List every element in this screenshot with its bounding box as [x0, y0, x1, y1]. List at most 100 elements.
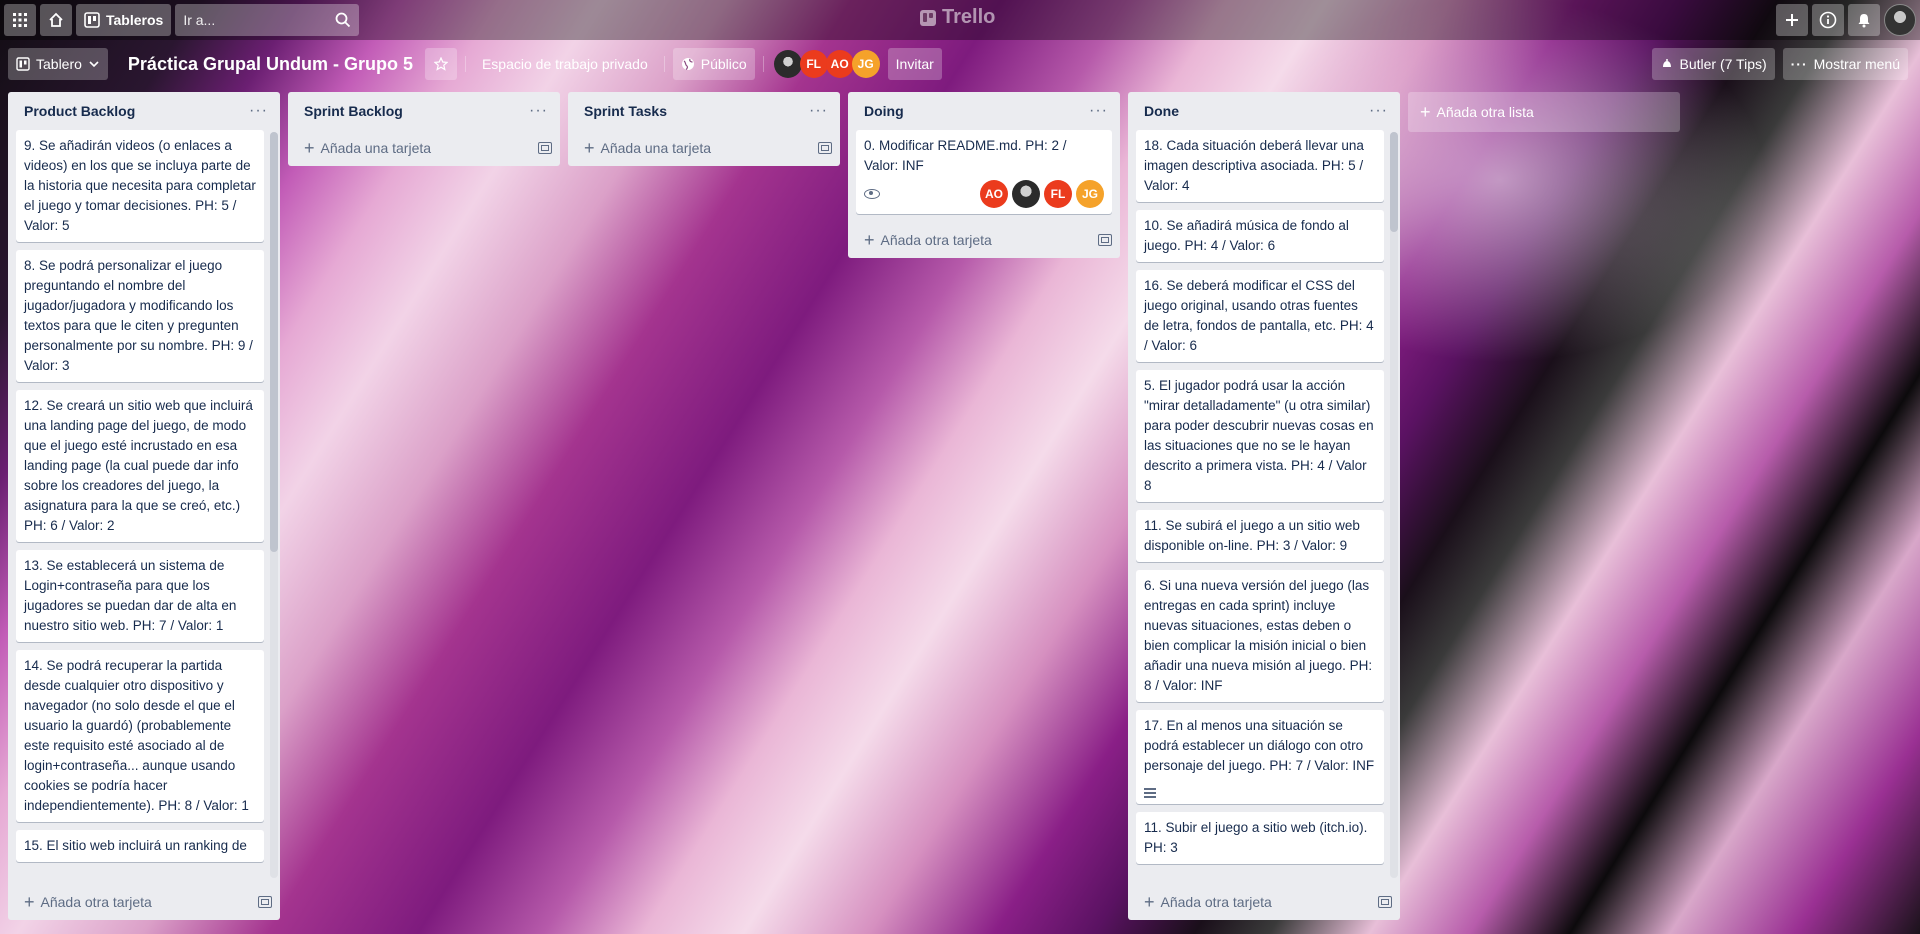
list-menu-icon[interactable]: ··· — [1089, 102, 1112, 120]
butler-button[interactable]: Butler (7 Tips) — [1651, 48, 1775, 80]
show-menu-button[interactable]: ··· Mostrar menú — [1782, 48, 1908, 80]
chevron-down-icon — [89, 61, 99, 68]
list-menu-icon[interactable]: ··· — [809, 102, 832, 120]
list-menu-icon[interactable]: ··· — [1369, 102, 1392, 120]
description-icon — [1144, 788, 1156, 798]
list-title[interactable]: Sprint Tasks — [584, 103, 667, 119]
info-icon — [1819, 11, 1837, 29]
info-button[interactable] — [1812, 4, 1844, 36]
card-template-icon[interactable] — [818, 142, 832, 154]
card[interactable]: 16. Se deberá modificar el CSS del juego… — [1136, 270, 1384, 362]
invite-button[interactable]: Invitar — [887, 48, 942, 80]
card-member-avatar[interactable]: FL — [1044, 180, 1072, 208]
star-board-button[interactable] — [424, 48, 457, 80]
card-text: 10. Se añadirá música de fondo al juego.… — [1144, 218, 1349, 253]
card[interactable]: 11. Subir el juego a sitio web (itch.io)… — [1136, 812, 1384, 864]
card-member-avatar[interactable]: JG — [1076, 180, 1104, 208]
add-card-button[interactable]: + Añada otra tarjeta — [1128, 884, 1400, 920]
scrollbar-thumb[interactable] — [1390, 132, 1398, 232]
list-scrollbar[interactable] — [1390, 132, 1398, 878]
card-members: AO FL JG — [980, 180, 1104, 208]
add-card-button[interactable]: + Añada una tarjeta — [288, 130, 560, 166]
divider — [762, 56, 764, 72]
member-avatar[interactable] — [773, 50, 802, 78]
card-text: 9. Se añadirán videos (o enlaces a video… — [24, 138, 256, 233]
board-title[interactable]: Práctica Grupal Undum - Grupo 5 — [116, 54, 421, 75]
card-template-icon[interactable] — [1378, 896, 1392, 908]
board-view-switcher[interactable]: Tablero — [8, 48, 108, 80]
board-members: FL AO JG — [772, 50, 880, 78]
card[interactable]: 5. El jugador podrá usar la acción "mira… — [1136, 370, 1384, 502]
card-container: 18. Cada situación deberá llevar una ima… — [1128, 130, 1400, 884]
list-header[interactable]: Doing ··· — [848, 92, 1120, 130]
list-scrollbar[interactable] — [270, 132, 278, 878]
add-list-button[interactable]: + Añada otra lista — [1408, 92, 1680, 132]
home-button[interactable] — [40, 4, 72, 36]
card-template-icon[interactable] — [538, 142, 552, 154]
card-template-icon[interactable] — [1098, 234, 1112, 246]
list-header[interactable]: Product Backlog ··· — [8, 92, 280, 130]
bell-icon — [1858, 14, 1870, 28]
card[interactable]: 14. Se podrá recuperar la partida desde … — [16, 650, 264, 822]
card[interactable]: 17. En al menos una situación se podrá e… — [1136, 710, 1384, 804]
card-template-icon[interactable] — [258, 896, 272, 908]
member-avatar[interactable]: JG — [851, 50, 880, 78]
add-card-label: Añada una tarjeta — [320, 140, 432, 156]
card[interactable]: 11. Se subirá el juego a un sitio web di… — [1136, 510, 1384, 562]
list-doing: Doing ··· 0. Modificar README.md. PH: 2 … — [848, 92, 1120, 258]
notifications-button[interactable] — [1848, 4, 1880, 36]
add-card-button[interactable]: + Añada otra tarjeta — [8, 884, 280, 920]
card-member-avatar[interactable]: AO — [980, 180, 1008, 208]
visibility-button[interactable]: Público — [672, 48, 755, 80]
card[interactable]: 10. Se añadirá música de fondo al juego.… — [1136, 210, 1384, 262]
list-header[interactable]: Sprint Tasks ··· — [568, 92, 840, 130]
list-title[interactable]: Doing — [864, 103, 904, 119]
card[interactable]: 13. Se establecerá un sistema de Login+c… — [16, 550, 264, 642]
plus-icon: + — [584, 137, 595, 158]
card-container: 0. Modificar README.md. PH: 2 / Valor: I… — [848, 130, 1120, 222]
trello-logo[interactable]: Trello — [920, 6, 995, 29]
card[interactable]: 12. Se creará un sitio web que incluirá … — [16, 390, 264, 542]
card[interactable]: 18. Cada situación deberá llevar una ima… — [1136, 130, 1384, 202]
list-title[interactable]: Sprint Backlog — [304, 103, 403, 119]
list-title[interactable]: Done — [1144, 103, 1179, 119]
plus-icon: + — [864, 229, 875, 250]
card-text: 14. Se podrá recuperar la partida desde … — [24, 658, 249, 813]
list-menu-icon[interactable]: ··· — [249, 102, 272, 120]
add-card-button[interactable]: + Añada otra tarjeta — [848, 222, 1120, 258]
list-header[interactable]: Done ··· — [1128, 92, 1400, 130]
member-avatar[interactable]: FL — [799, 50, 828, 78]
add-card-label: Añada otra tarjeta — [40, 894, 152, 910]
card[interactable]: 8. Se podrá personalizar el juego pregun… — [16, 250, 264, 382]
add-card-button[interactable]: + Añada una tarjeta — [568, 130, 840, 166]
divider — [464, 56, 466, 72]
member-avatar[interactable]: AO — [825, 50, 854, 78]
list-menu-icon[interactable]: ··· — [529, 102, 552, 120]
card-member-avatar[interactable] — [1012, 180, 1040, 208]
list-header[interactable]: Sprint Backlog ··· — [288, 92, 560, 130]
card[interactable]: 9. Se añadirán videos (o enlaces a video… — [16, 130, 264, 242]
home-icon — [49, 12, 63, 27]
visibility-label: Público — [700, 56, 747, 72]
card-badges: AO FL JG — [864, 180, 1104, 208]
card-text: 6. Si una nueva versión del juego (las e… — [1144, 578, 1373, 693]
invite-label: Invitar — [895, 56, 934, 72]
card-text: 0. Modificar README.md. PH: 2 / Valor: I… — [864, 138, 1067, 173]
trello-logo-text: Trello — [942, 6, 996, 28]
top-header: Tableros Ir a... Trello — [0, 0, 1920, 40]
list-sprint-backlog: Sprint Backlog ··· + Añada una tarjeta — [288, 92, 560, 166]
card[interactable]: 6. Si una nueva versión del juego (las e… — [1136, 570, 1384, 702]
card[interactable]: 0. Modificar README.md. PH: 2 / Valor: I… — [856, 130, 1112, 214]
card[interactable]: 15. El sitio web incluirá un ranking de — [16, 830, 264, 862]
list-title[interactable]: Product Backlog — [24, 103, 135, 119]
boards-button[interactable]: Tableros — [76, 4, 172, 36]
workspace-button[interactable]: Espacio de trabajo privado — [474, 48, 656, 80]
scrollbar-thumb[interactable] — [270, 132, 278, 552]
card-text: 17. En al menos una situación se podrá e… — [1144, 718, 1375, 773]
create-button[interactable] — [1776, 4, 1808, 36]
search-input[interactable]: Ir a... — [175, 4, 360, 36]
apps-switcher-button[interactable] — [4, 4, 36, 36]
card-text: 15. El sitio web incluirá un ranking de — [24, 838, 247, 853]
user-avatar[interactable] — [1884, 4, 1916, 36]
butler-icon — [1661, 59, 1672, 68]
